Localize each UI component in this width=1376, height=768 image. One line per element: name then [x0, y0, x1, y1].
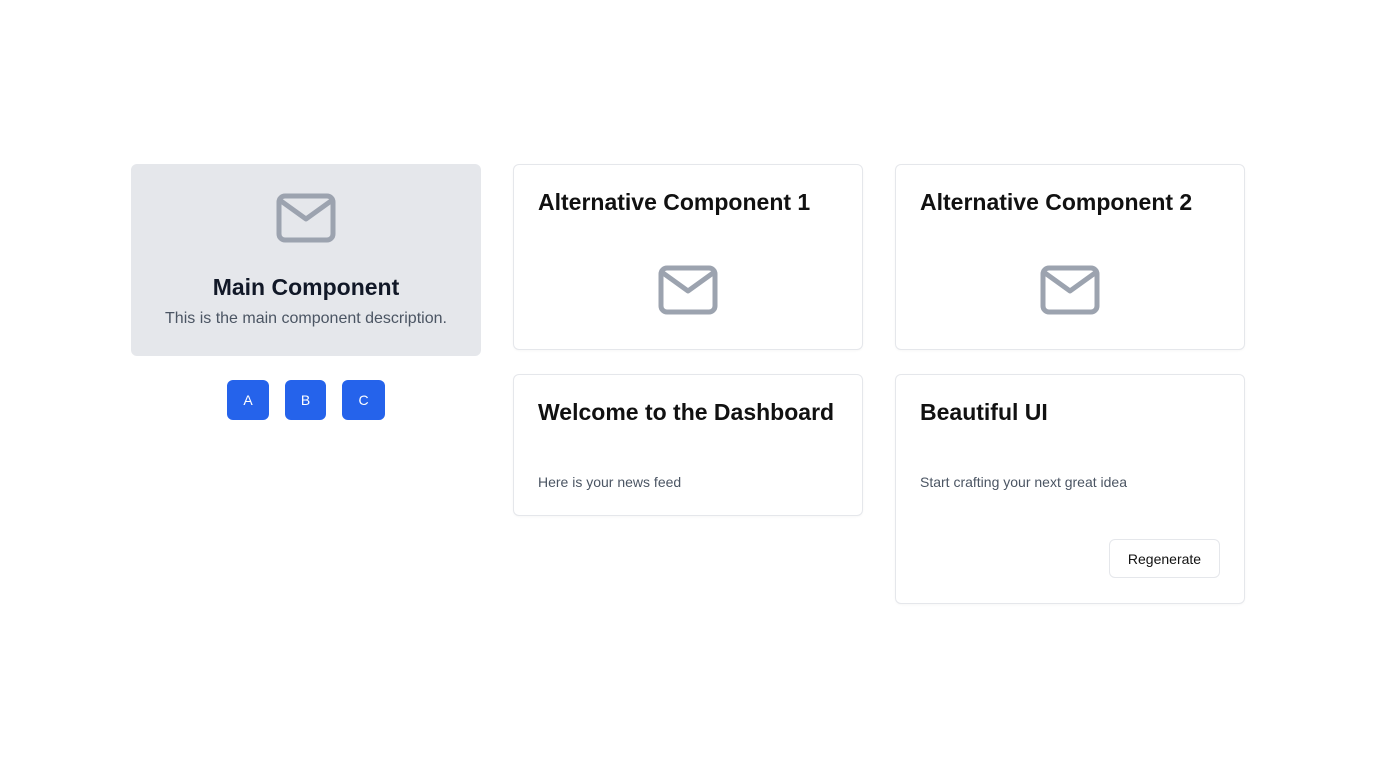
beautiful-ui-card-text: Start crafting your next great idea	[920, 474, 1127, 490]
beautiful-ui-card-title: Beautiful UI	[920, 399, 1048, 425]
mail-icon	[658, 265, 718, 315]
alternative-component-1-title: Alternative Component 1	[538, 189, 811, 215]
alternative-component-2-title: Alternative Component 2	[920, 189, 1193, 215]
option-b-button[interactable]: B	[285, 380, 326, 420]
main-component-title: Main Component	[212, 274, 400, 300]
main-component-description: This is the main component description.	[165, 310, 447, 327]
option-a-button[interactable]: A	[227, 380, 269, 420]
welcome-card: Welcome to the Dashboard Here is your ne…	[513, 374, 863, 516]
beautiful-ui-card: Beautiful UI Start crafting your next gr…	[895, 374, 1245, 604]
option-button-group: A B C	[131, 380, 481, 420]
option-c-button[interactable]: C	[342, 380, 385, 420]
main-component-column: Main Component This is the main componen…	[131, 164, 481, 420]
main-component-card: Main Component This is the main componen…	[131, 164, 481, 356]
welcome-card-text: Here is your news feed	[538, 474, 682, 490]
alternative-component-1-card: Alternative Component 1	[513, 164, 863, 350]
welcome-card-title: Welcome to the Dashboard	[538, 399, 835, 425]
mail-icon	[1040, 265, 1100, 315]
page: Main Component This is the main componen…	[0, 0, 1376, 768]
regenerate-button[interactable]: Regenerate	[1109, 539, 1220, 578]
alternative-component-2-card: Alternative Component 2	[895, 164, 1245, 350]
mail-icon	[276, 193, 336, 243]
